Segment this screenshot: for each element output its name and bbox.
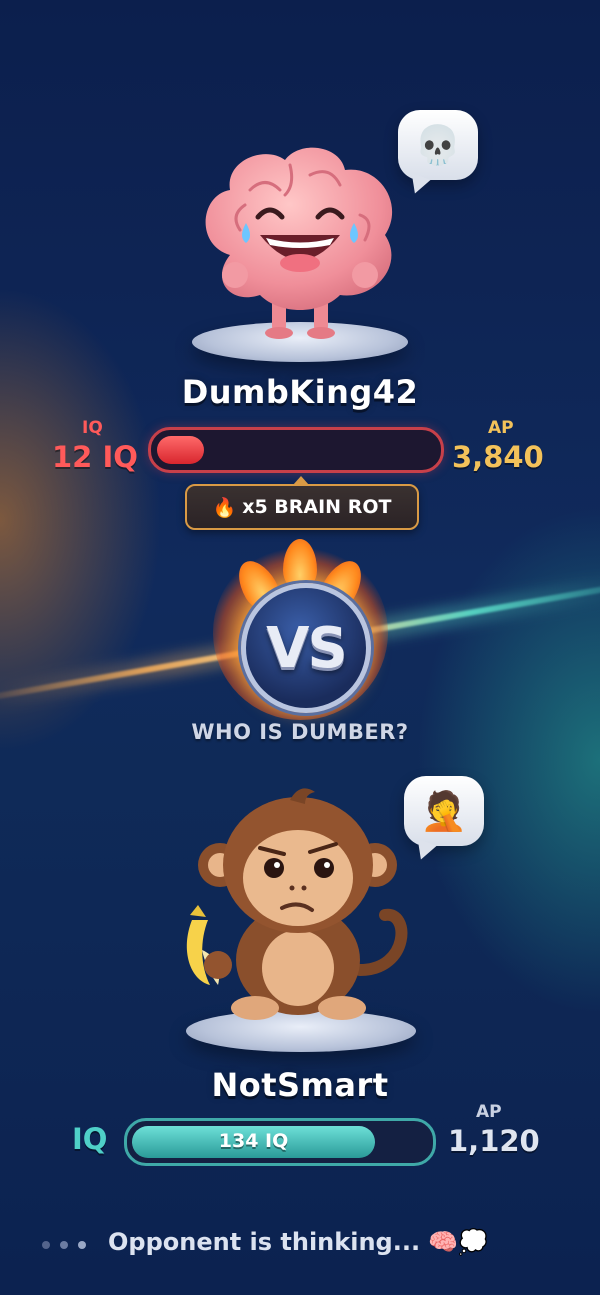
streak-badge: 🔥 x5 BRAIN ROT	[185, 476, 419, 530]
top-iq-label: IQ	[82, 418, 103, 438]
top-iq-bar-fill	[157, 436, 204, 464]
skull-icon: 💀	[414, 122, 462, 167]
laughing-brain-avatar	[205, 147, 393, 339]
top-ap-label: AP	[488, 418, 514, 438]
typing-dot	[60, 1241, 68, 1249]
top-reaction-bubble: 💀	[398, 110, 478, 180]
status-bar: Opponent is thinking... 🧠💭	[0, 1226, 600, 1266]
status-text: Opponent is thinking... 🧠💭	[108, 1228, 489, 1256]
typing-dot	[78, 1241, 86, 1249]
fire-icon: 🔥	[212, 496, 237, 519]
bottom-reaction-bubble: 🤦	[404, 776, 484, 846]
bottom-iq-bar-fill: 134 IQ	[132, 1126, 375, 1158]
vs-emblem: VS	[213, 539, 388, 720]
bottom-ap-value: 1,120	[448, 1124, 540, 1158]
vs-disc: VS	[241, 583, 371, 713]
bottom-iq-label: IQ	[72, 1122, 108, 1156]
top-ap-value: 3,840	[452, 440, 544, 474]
game-screen: 💀 DumbKing42 IQ 12 IQ AP 3,840 🔥 x5 BRAI…	[0, 0, 600, 1295]
streak-text: x5 BRAIN ROT	[242, 496, 392, 518]
top-player-name: DumbKing42	[181, 373, 419, 411]
versus-prompt: WHO IS DUMBER?	[191, 720, 409, 744]
bottom-iq-bar-text: 134 IQ	[218, 1130, 289, 1152]
typing-dot	[42, 1241, 50, 1249]
bottom-player-name: NotSmart	[211, 1066, 389, 1104]
top-iq-value: 12 IQ	[52, 440, 138, 474]
confused-monkey-avatar	[186, 788, 408, 1020]
top-iq-bar	[148, 427, 444, 473]
facepalm-icon: 🤦	[420, 788, 468, 833]
vs-text: VS	[266, 615, 348, 681]
bottom-ap-label: AP	[476, 1102, 502, 1122]
bottom-iq-bar: 134 IQ	[124, 1118, 436, 1166]
